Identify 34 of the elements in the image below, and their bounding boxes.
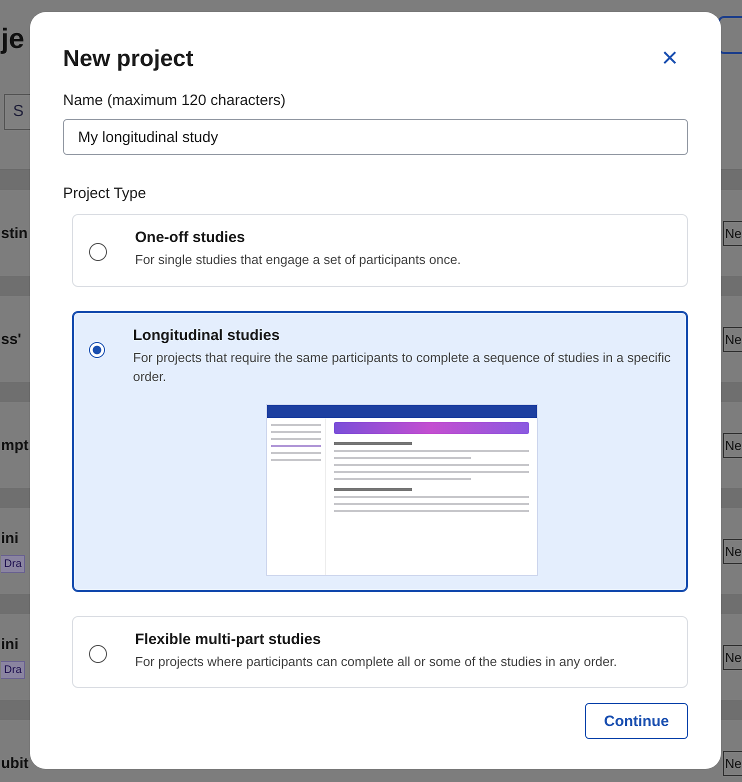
dialog-title: New project [63, 44, 194, 72]
page-title: je [1, 23, 24, 55]
name-input[interactable]: My longitudinal study [63, 119, 688, 155]
close-button[interactable]: × [652, 44, 688, 72]
radio-button[interactable] [89, 342, 105, 358]
section-label: Project Type [63, 185, 148, 202]
project-type-option[interactable]: Flexible multi-part studies For projects where participants can complete all or some of the studies in any order. [72, 616, 688, 688]
option-title: Longitudinal studies [133, 326, 281, 344]
radio-button[interactable] [89, 644, 107, 663]
status-badge: Dra [1, 660, 25, 678]
option-title: One-off studies [135, 229, 246, 246]
option-description: For projects where participants can complete all or some of the studies in any order. [135, 652, 617, 671]
project-name: stin [1, 224, 28, 242]
option-description: For single studies that engage a set of participants once. [135, 251, 461, 269]
status-button[interactable]: Ne [723, 432, 742, 458]
field-label: Name (maximum 120 characters) [63, 92, 287, 109]
project-name: ini [1, 636, 20, 652]
project-name: ini [1, 530, 20, 546]
status-button[interactable]: Ne [723, 750, 742, 776]
status-button[interactable]: Ne [723, 326, 742, 352]
status-badge: Dra [1, 554, 25, 572]
status-button[interactable]: Ne [723, 538, 742, 564]
search-field[interactable]: S [4, 94, 30, 130]
status-button[interactable]: Ne [723, 220, 742, 246]
project-name: ubit [1, 754, 28, 772]
project-type-option[interactable]: One-off studies For single studies that engage a set of participants once. [72, 214, 688, 287]
project-type-option[interactable]: Longitudinal studies For projects that require the same participants to complete a sequence of studies in a specific order. [72, 310, 688, 592]
option-title: Flexible multi-part studies [135, 630, 322, 648]
project-name: mpt [1, 436, 28, 454]
option-description: For projects that require the same participants to complete a sequence of studies in a specific order. [133, 348, 671, 386]
continue-button[interactable]: Continue [585, 703, 688, 739]
status-button[interactable]: Ne [723, 644, 742, 670]
project-name: ss' [1, 330, 22, 348]
radio-button[interactable] [89, 243, 107, 261]
